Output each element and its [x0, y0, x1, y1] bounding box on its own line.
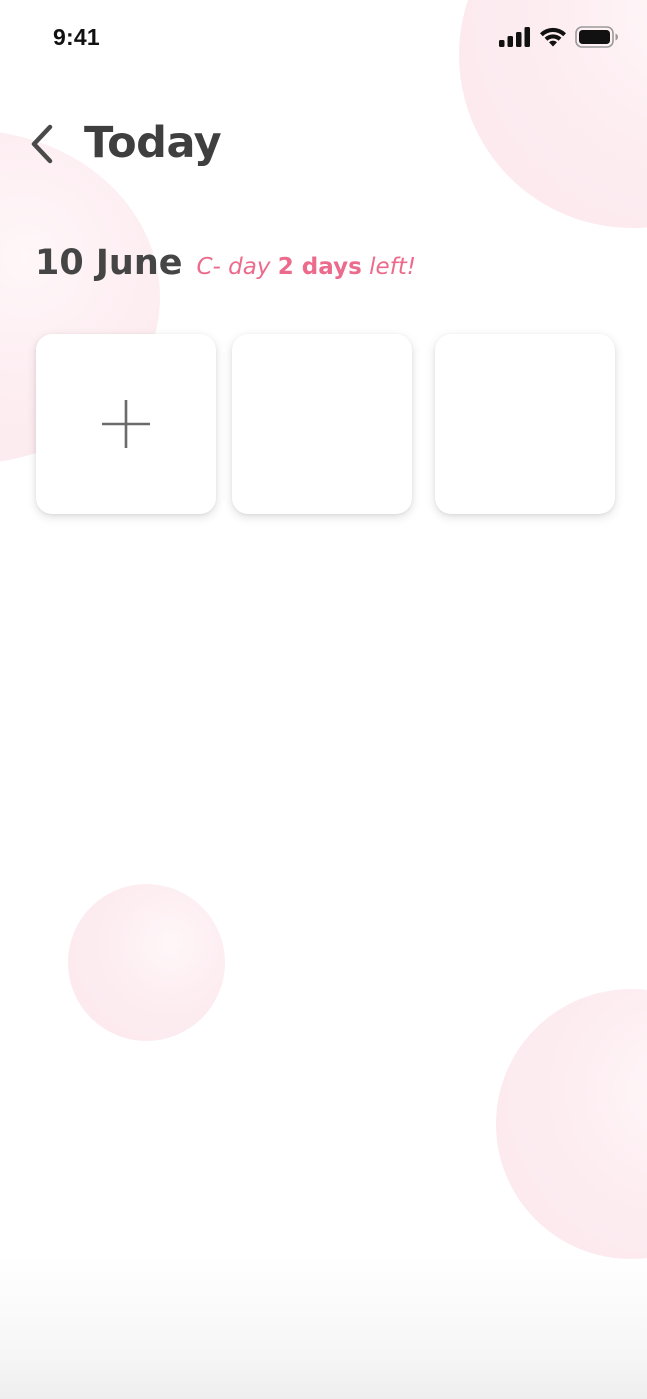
countdown-prefix: C- day — [196, 254, 271, 280]
status-bar: 9:41 — [0, 0, 647, 74]
add-photo-button[interactable] — [36, 334, 216, 514]
battery-icon — [575, 26, 619, 48]
back-button[interactable] — [22, 124, 62, 168]
chevron-left-icon — [29, 124, 55, 168]
countdown-value: 2 days — [277, 254, 362, 280]
photo-slot-empty[interactable] — [232, 334, 412, 514]
countdown-label: C- day 2 days left! — [197, 254, 416, 280]
wifi-icon — [539, 27, 567, 47]
countdown-suffix: left! — [369, 254, 416, 280]
bottom-fade — [0, 1255, 647, 1399]
status-time: 9:41 — [53, 24, 100, 50]
date-label: 10 June — [35, 243, 183, 283]
decorative-bubble — [68, 884, 225, 1041]
today-screen: 9:41 Today 10 June C- day 2 days left! — [0, 0, 647, 1399]
plus-icon — [101, 399, 151, 449]
status-icons — [499, 26, 619, 48]
decorative-bubble — [496, 989, 647, 1259]
cellular-signal-icon — [499, 27, 531, 47]
date-row: 10 June C- day 2 days left! — [35, 243, 416, 283]
photo-slot-empty[interactable] — [435, 334, 615, 514]
page-title: Today — [84, 118, 222, 168]
